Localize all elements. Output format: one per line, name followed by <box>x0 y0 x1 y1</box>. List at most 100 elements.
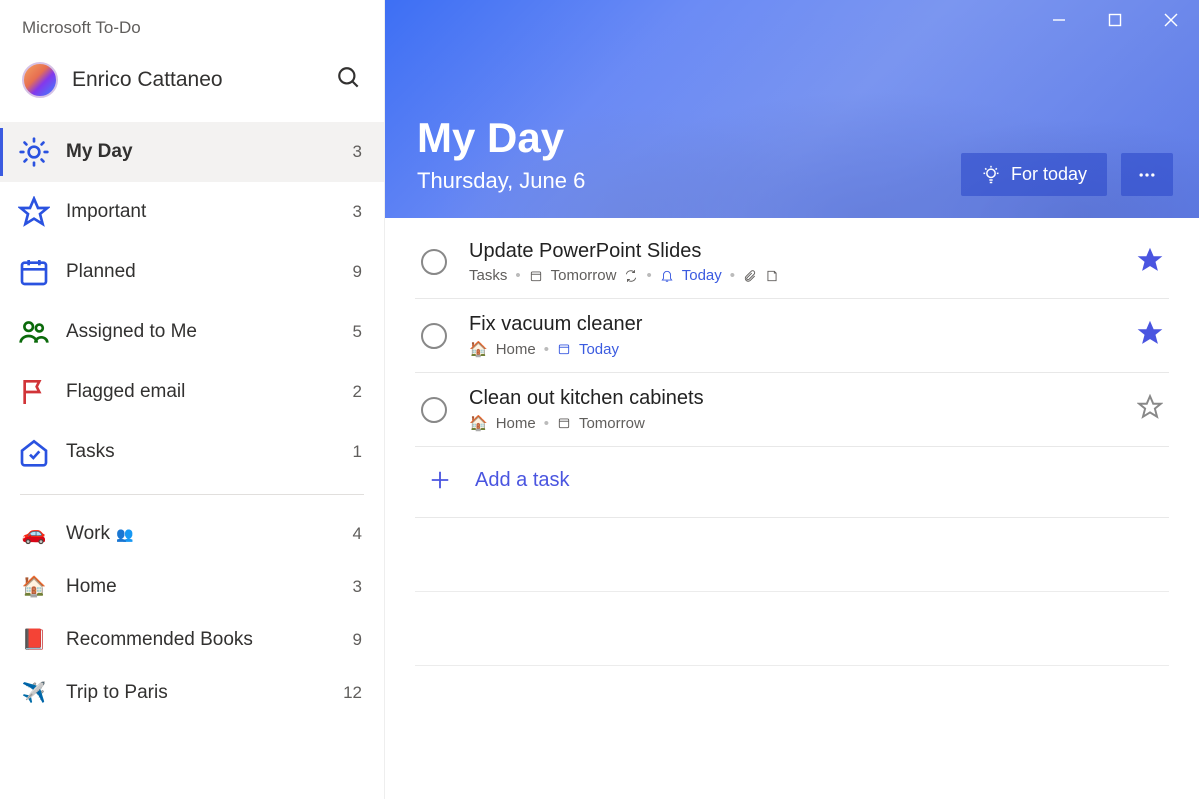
sidebar-item-count: 1 <box>353 442 362 462</box>
list-emoji-icon: 🏠 <box>469 340 488 358</box>
for-today-label: For today <box>1011 164 1087 185</box>
sidebar-list-work[interactable]: 🚗 Work👥 4 <box>0 507 384 560</box>
search-button[interactable] <box>336 65 362 96</box>
user-lists: 🚗 Work👥 4 🏠 Home 3 📕 Recommended Books 9… <box>0 503 384 723</box>
avatar <box>22 62 58 98</box>
add-task-label: Add a task <box>475 469 570 492</box>
sidebar-item-count: 4 <box>353 524 362 544</box>
task-list-label: Home <box>496 341 536 358</box>
smart-lists: My Day 3 Important 3 Planned 9 Assigned … <box>0 118 384 486</box>
sidebar-list-books[interactable]: 📕 Recommended Books 9 <box>0 613 384 666</box>
window-minimize-button[interactable] <box>1031 0 1087 40</box>
task-list-label: Tasks <box>469 267 507 284</box>
star-filled-icon <box>1137 320 1163 346</box>
attachment-icon <box>743 269 757 283</box>
shared-icon: 👥 <box>116 526 133 542</box>
user-name: Enrico Cattaneo <box>72 68 336 92</box>
for-today-button[interactable]: For today <box>961 153 1107 196</box>
task-star-toggle[interactable] <box>1137 320 1163 351</box>
sidebar-item-planned[interactable]: Planned 9 <box>0 242 384 302</box>
my-day-header: My Day Thursday, June 6 For today <box>385 0 1199 218</box>
sidebar-item-count: 5 <box>353 322 362 342</box>
task-body: Clean out kitchen cabinets 🏠 Home • Tomo… <box>469 387 1137 432</box>
sidebar-item-label: My Day <box>66 141 353 163</box>
sidebar-item-count: 9 <box>353 262 362 282</box>
sidebar-list-paris[interactable]: ✈️ Trip to Paris 12 <box>0 666 384 719</box>
bell-icon <box>660 269 674 283</box>
star-icon <box>18 196 50 228</box>
sidebar-item-label: Tasks <box>66 441 353 463</box>
sidebar-item-label: Home <box>66 576 353 598</box>
task-meta: 🏠 Home • Tomorrow <box>469 414 1137 432</box>
calendar-mini-icon <box>557 416 571 430</box>
task-reminder-label: Today <box>682 267 722 284</box>
task-star-toggle[interactable] <box>1137 247 1163 278</box>
sidebar: Microsoft To-Do Enrico Cattaneo My Day 3… <box>0 0 385 799</box>
sidebar-item-myday[interactable]: My Day 3 <box>0 122 384 182</box>
calendar-icon <box>18 256 50 288</box>
sidebar-item-count: 3 <box>353 202 362 222</box>
add-task-button[interactable]: Add a task <box>415 447 1169 518</box>
sidebar-item-flagged[interactable]: Flagged email 2 <box>0 362 384 422</box>
task-row[interactable]: Fix vacuum cleaner 🏠 Home • Today <box>415 299 1169 373</box>
sidebar-divider <box>20 494 364 495</box>
main-panel: My Day Thursday, June 6 For today Update… <box>385 0 1199 799</box>
lightbulb-icon <box>981 165 1001 185</box>
meta-separator: • <box>544 415 549 432</box>
task-complete-toggle[interactable] <box>421 323 447 349</box>
task-complete-toggle[interactable] <box>421 249 447 275</box>
star-outline-icon <box>1137 394 1163 420</box>
sidebar-item-count: 9 <box>353 630 362 650</box>
calendar-mini-icon <box>557 342 571 356</box>
task-title: Clean out kitchen cabinets <box>469 387 1137 410</box>
sidebar-item-count: 2 <box>353 382 362 402</box>
task-meta: 🏠 Home • Today <box>469 340 1137 358</box>
sidebar-item-label: Trip to Paris <box>66 682 343 704</box>
window-maximize-button[interactable] <box>1087 0 1143 40</box>
empty-row <box>415 592 1169 666</box>
sidebar-item-important[interactable]: Important 3 <box>0 182 384 242</box>
sidebar-item-label: Flagged email <box>66 381 353 403</box>
task-list: Update PowerPoint Slides Tasks • Tomorro… <box>385 218 1199 666</box>
user-profile-row[interactable]: Enrico Cattaneo <box>0 48 384 118</box>
window-close-button[interactable] <box>1143 0 1199 40</box>
list-emoji-icon: 📕 <box>18 627 50 652</box>
sidebar-list-home[interactable]: 🏠 Home 3 <box>0 560 384 613</box>
task-row[interactable]: Update PowerPoint Slides Tasks • Tomorro… <box>415 226 1169 299</box>
task-body: Fix vacuum cleaner 🏠 Home • Today <box>469 313 1137 358</box>
list-emoji-icon: 🏠 <box>469 414 488 432</box>
more-options-button[interactable] <box>1121 153 1173 196</box>
meta-separator: • <box>544 341 549 358</box>
sidebar-item-label: Important <box>66 201 353 223</box>
note-icon <box>765 269 779 283</box>
recurring-icon <box>624 269 638 283</box>
sidebar-item-assigned[interactable]: Assigned to Me 5 <box>0 302 384 362</box>
app-title: Microsoft To-Do <box>0 0 384 48</box>
task-title: Fix vacuum cleaner <box>469 313 1137 336</box>
task-title: Update PowerPoint Slides <box>469 240 1137 263</box>
task-row[interactable]: Clean out kitchen cabinets 🏠 Home • Tomo… <box>415 373 1169 447</box>
meta-separator: • <box>515 267 520 284</box>
task-complete-toggle[interactable] <box>421 397 447 423</box>
window-controls <box>1031 0 1199 40</box>
sidebar-item-label: Work👥 <box>66 523 353 545</box>
task-list-label: Home <box>496 415 536 432</box>
sidebar-item-count: 12 <box>343 683 362 703</box>
task-due-label: Tomorrow <box>579 415 645 432</box>
task-due-label: Tomorrow <box>551 267 617 284</box>
list-emoji-icon: 🏠 <box>18 574 50 599</box>
search-icon <box>336 65 362 91</box>
plus-icon <box>427 467 453 493</box>
task-meta: Tasks • Tomorrow • Today • <box>469 267 1137 284</box>
sun-icon <box>18 136 50 168</box>
task-due-label: Today <box>579 341 619 358</box>
home-check-icon <box>18 436 50 468</box>
meta-separator: • <box>730 267 735 284</box>
sidebar-item-tasks[interactable]: Tasks 1 <box>0 422 384 482</box>
sidebar-item-label: Planned <box>66 261 353 283</box>
task-body: Update PowerPoint Slides Tasks • Tomorro… <box>469 240 1137 284</box>
task-star-toggle[interactable] <box>1137 394 1163 425</box>
sidebar-item-count: 3 <box>353 577 362 597</box>
calendar-mini-icon <box>529 269 543 283</box>
list-emoji-icon: ✈️ <box>18 680 50 705</box>
